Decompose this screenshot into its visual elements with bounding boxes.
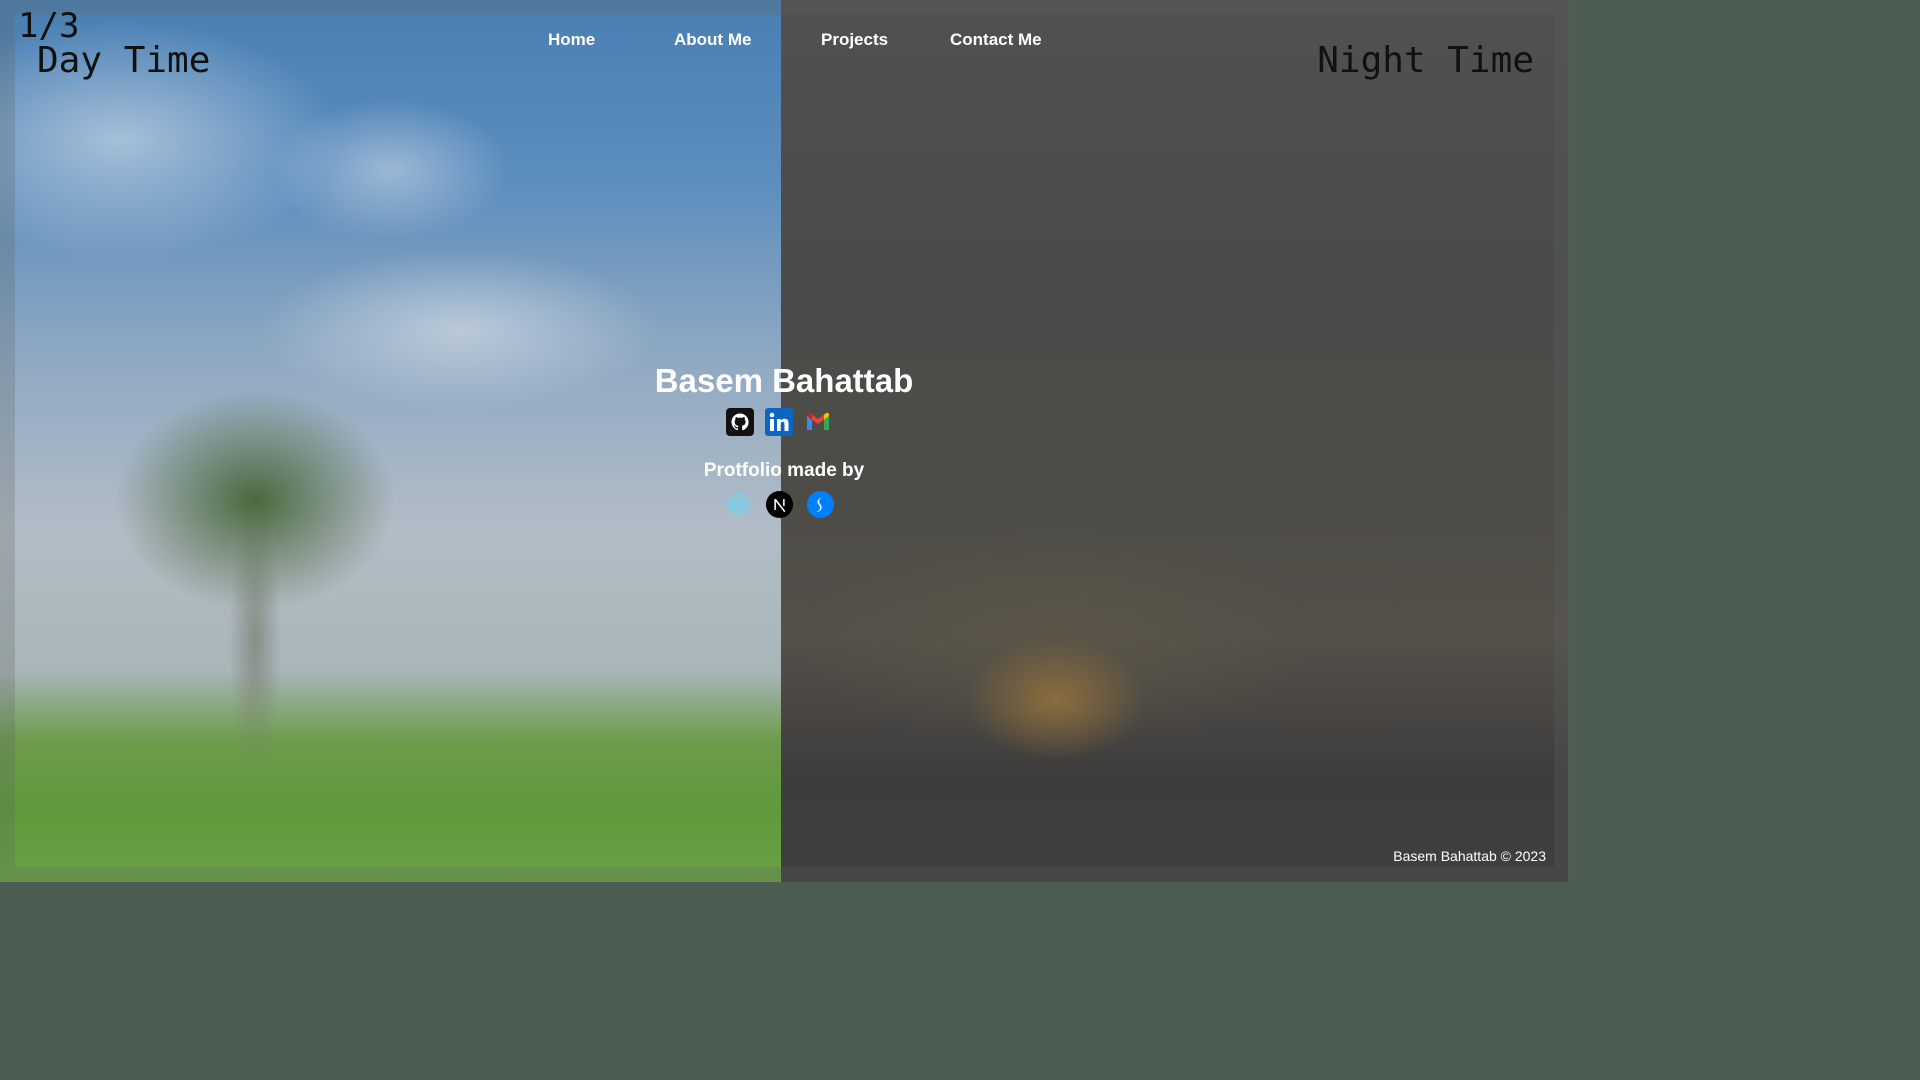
react-icon	[725, 492, 752, 517]
night-background	[781, 0, 1568, 882]
nav-home-link[interactable]: Home	[548, 30, 595, 50]
nav-contact-link[interactable]: Contact Me	[950, 30, 1042, 50]
nav-about-link[interactable]: About Me	[674, 30, 751, 50]
nextjs-icon	[765, 490, 794, 519]
github-icon[interactable]	[726, 408, 754, 436]
swiper-icon	[806, 490, 835, 519]
gmail-icon[interactable]	[804, 408, 832, 436]
main-nav: Home About Me Projects Contact Me	[0, 30, 1568, 52]
footer-copyright: Basem Bahattab © 2023	[1393, 848, 1546, 864]
social-links	[726, 408, 832, 436]
day-background	[0, 0, 781, 882]
nav-projects-link[interactable]: Projects	[821, 30, 888, 50]
hero-name: Basem Bahattab	[654, 362, 914, 399]
made-by-label: Protfolio made by	[703, 460, 865, 481]
tech-stack	[724, 490, 835, 519]
linkedin-icon[interactable]	[765, 408, 793, 436]
